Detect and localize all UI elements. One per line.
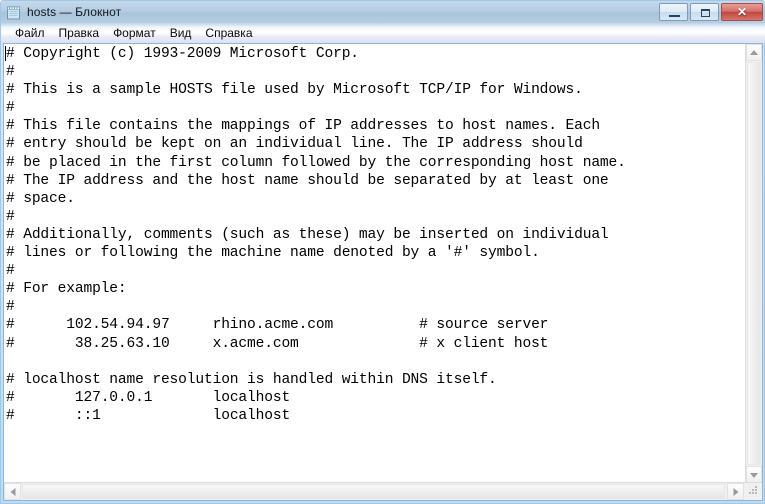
horizontal-scrollbar[interactable]	[4, 482, 762, 500]
close-button[interactable]: ✕	[721, 3, 763, 21]
text-editor-pane[interactable]: # Copyright (c) 1993-2009 Microsoft Corp…	[4, 44, 745, 483]
minimize-button[interactable]	[659, 3, 688, 21]
vertical-scrollbar[interactable]	[745, 44, 762, 483]
menu-item-view[interactable]: Вид	[163, 25, 199, 42]
chevron-down-icon	[750, 472, 758, 478]
menu-bar: Файл Правка Формат Вид Справка	[1, 23, 765, 43]
chevron-up-icon	[750, 49, 758, 55]
title-bar[interactable]: hosts — Блокнот ✕	[1, 1, 765, 23]
notepad-icon	[6, 5, 21, 20]
menu-item-format[interactable]: Формат	[106, 25, 163, 42]
window-title: hosts — Блокнот	[27, 5, 122, 19]
menu-item-help[interactable]: Справка	[198, 25, 259, 42]
vertical-scroll-thumb[interactable]	[747, 62, 761, 465]
scroll-up-button[interactable]	[746, 44, 762, 61]
menu-item-edit[interactable]: Правка	[52, 25, 107, 42]
menu-item-file[interactable]: Файл	[8, 25, 52, 42]
horizontal-scroll-thumb[interactable]	[22, 484, 725, 499]
maximize-button[interactable]	[690, 3, 719, 21]
window-controls: ✕	[659, 3, 763, 21]
client-area: # Copyright (c) 1993-2009 Microsoft Corp…	[3, 43, 763, 501]
chevron-left-icon	[10, 487, 15, 496]
notepad-window: hosts — Блокнот ✕ Файл Правка Формат Вид…	[0, 0, 765, 504]
hosts-file-content[interactable]: # Copyright (c) 1993-2009 Microsoft Corp…	[4, 44, 745, 425]
scroll-left-button[interactable]	[4, 483, 21, 500]
close-icon: ✕	[736, 5, 748, 19]
resize-grip[interactable]	[746, 484, 761, 499]
minimize-icon	[669, 15, 680, 17]
maximize-icon	[701, 9, 710, 17]
text-caret	[5, 46, 6, 61]
scroll-down-button[interactable]	[746, 466, 762, 483]
scroll-right-button[interactable]	[727, 483, 744, 500]
chevron-right-icon	[733, 487, 738, 496]
